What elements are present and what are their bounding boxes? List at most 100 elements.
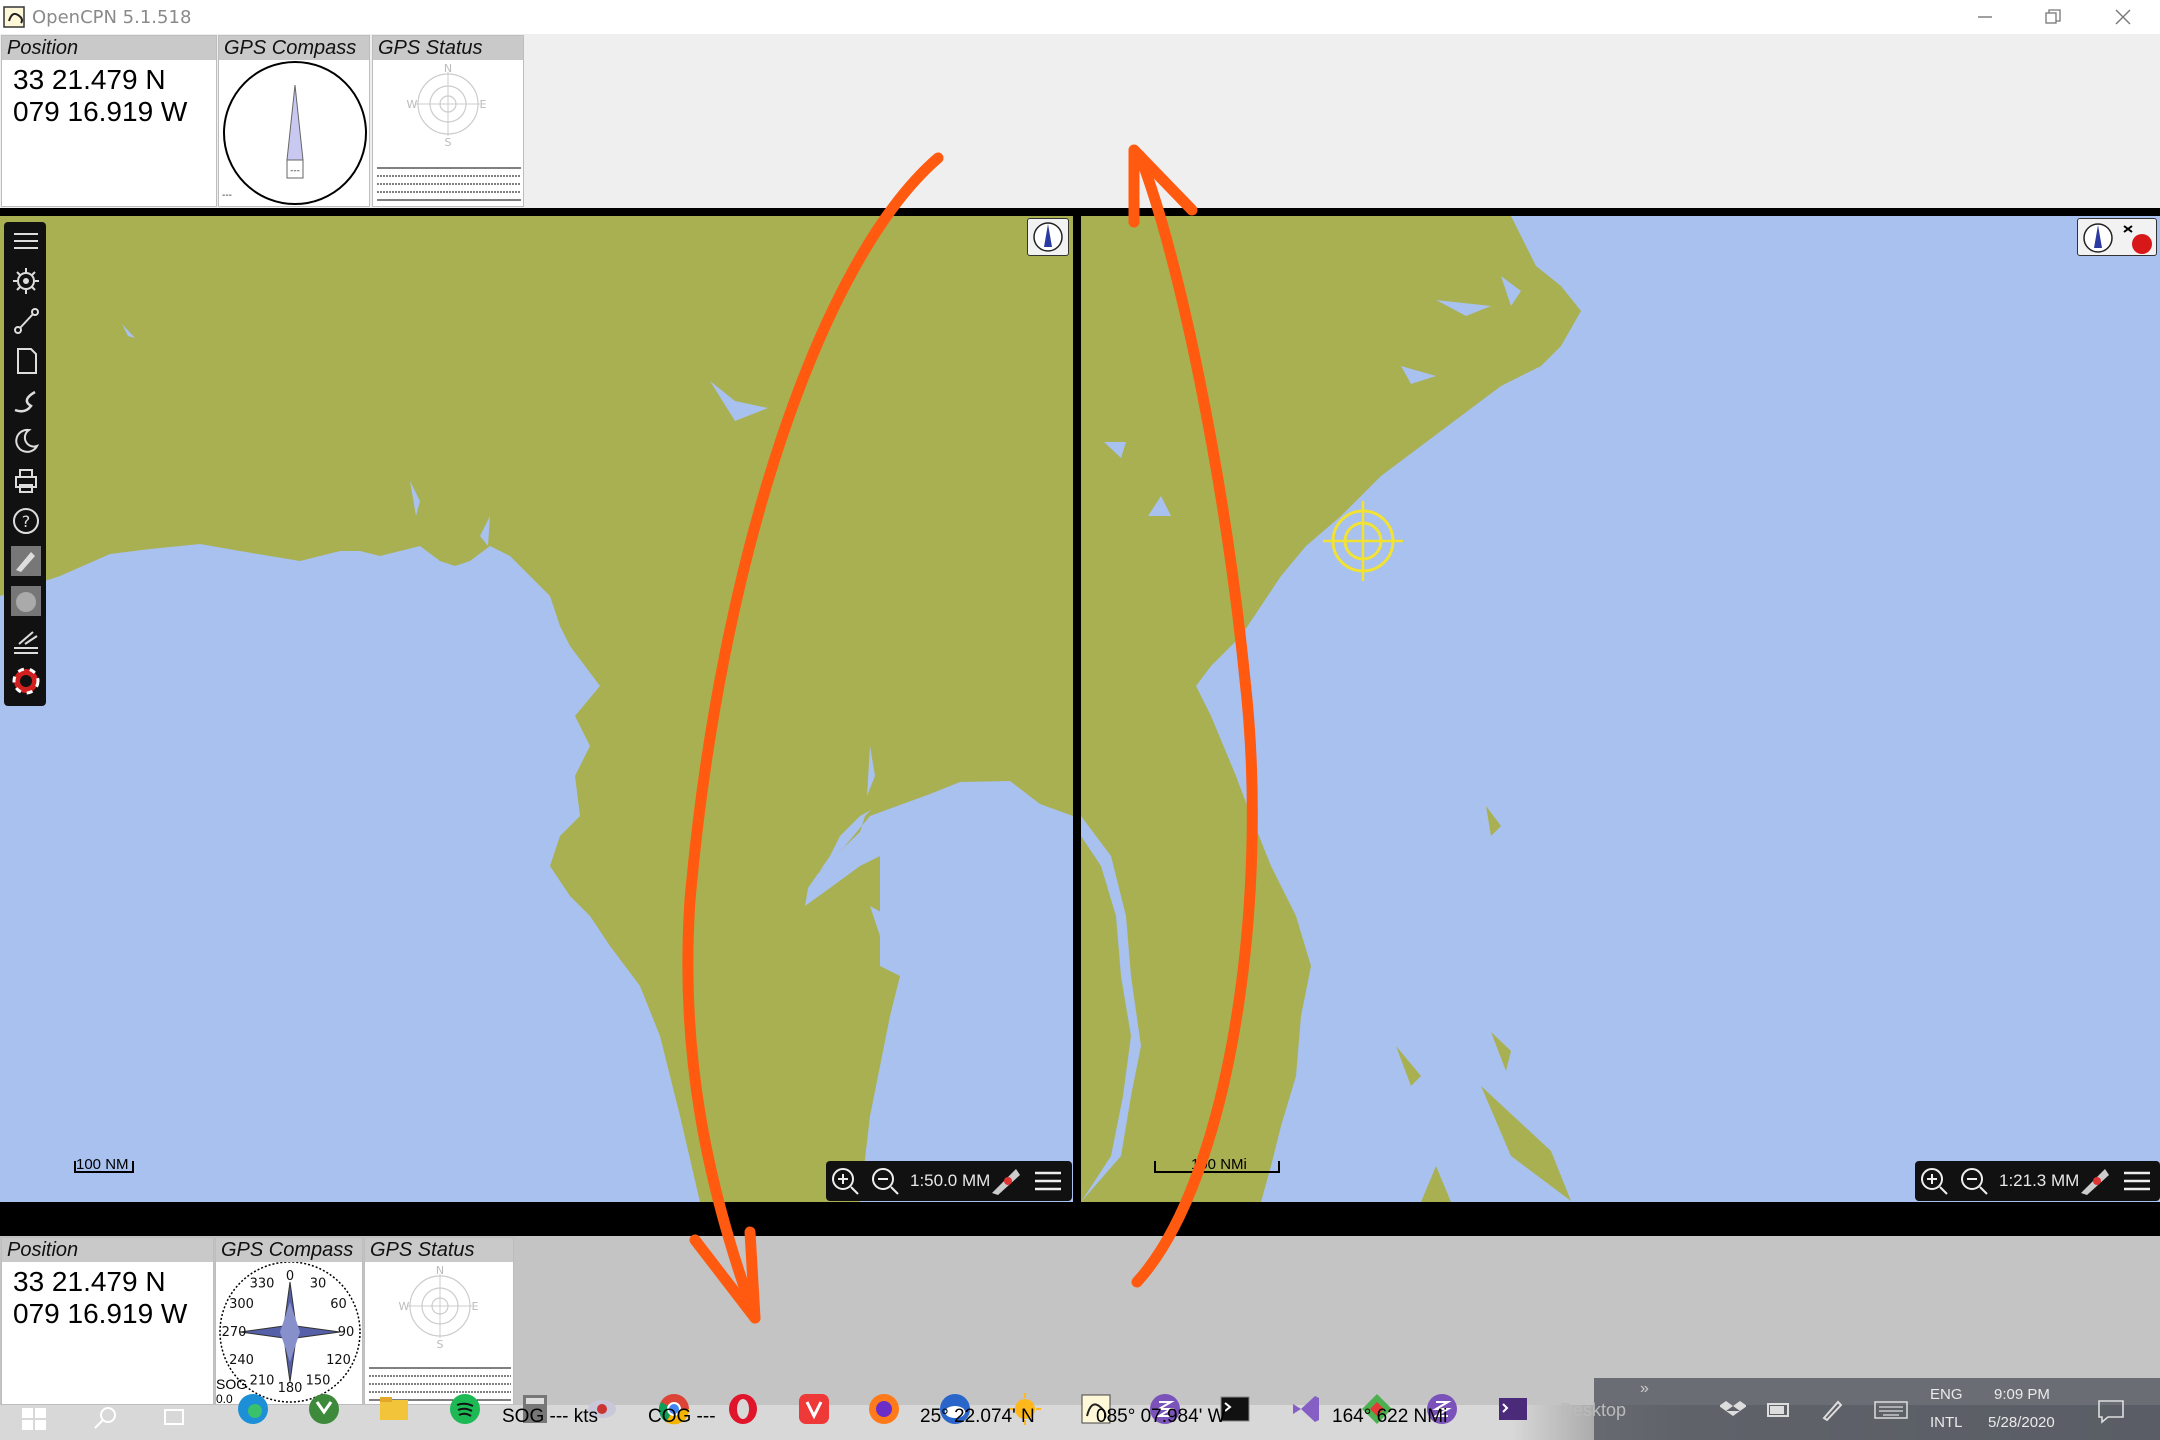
route-icon[interactable] (11, 306, 41, 336)
compass-north-icon (1033, 222, 1063, 252)
vivaldi-icon[interactable] (797, 1392, 831, 1426)
track-icon[interactable] (11, 386, 41, 416)
bottom-position-instrument: Position 33 21.479 N 079 16.919 W (1, 1237, 214, 1405)
svg-text:?: ? (22, 512, 31, 531)
compass-north-icon[interactable] (2080, 220, 2116, 256)
edge-icon[interactable] (236, 1392, 270, 1426)
main-toolbar: ? (4, 222, 46, 706)
vpn-icon[interactable] (307, 1392, 341, 1426)
top-gps-status-instrument: GPS Status N E S W (372, 35, 524, 207)
battery-icon[interactable] (1766, 1400, 1792, 1420)
longitude-value: 079 16.919 W (13, 1298, 188, 1329)
left-zoom-scale: 1:50.0 MM (910, 1171, 991, 1190)
skyview-label-s: S (445, 136, 452, 149)
spotify-icon[interactable] (448, 1392, 482, 1426)
mob-icon[interactable] (11, 666, 41, 696)
rose-label: 150 (306, 1374, 331, 1389)
zoom-in-icon[interactable] (830, 1166, 860, 1196)
waypoint-manager-icon[interactable] (11, 346, 41, 376)
notification-center-icon[interactable] (2096, 1398, 2126, 1424)
skyview-label-n: N (444, 62, 452, 75)
firefox-icon[interactable] (867, 1392, 901, 1426)
follow-ship-icon[interactable] (2077, 1165, 2113, 1197)
restore-icon (2045, 9, 2061, 24)
start-button[interactable] (20, 1404, 50, 1432)
zoom-out-icon[interactable] (870, 1166, 900, 1196)
right-chart-map (1081, 216, 1581, 1202)
chart-menu-icon[interactable] (2121, 1167, 2153, 1195)
latitude-value: 33 21.479 N (13, 1266, 166, 1297)
restore-button[interactable] (2018, 0, 2088, 34)
opera-icon[interactable] (726, 1392, 760, 1426)
chart-bottom-border (0, 1202, 2160, 1236)
instrument-header: GPS Status (373, 36, 523, 60)
clock-date[interactable]: 5/28/2020 (1988, 1414, 2055, 1431)
console-icon[interactable] (1496, 1392, 1530, 1426)
left-chart-canvas[interactable]: 100 NM 1:50.0 MM (0, 216, 1073, 1202)
left-scale-label: 100 NM (76, 1156, 129, 1173)
tide-icon[interactable] (11, 626, 41, 656)
rose-label: 0 (286, 1269, 294, 1284)
right-scale-label: 100 NMi (1191, 1156, 1247, 1173)
rose-label: 180 (278, 1381, 303, 1396)
taskbar-sog-readout: SOG --- kts (502, 1406, 599, 1427)
pen-icon[interactable] (1820, 1398, 1844, 1422)
clock-time[interactable]: 9:09 PM (1994, 1386, 2050, 1403)
file-explorer-icon[interactable] (377, 1392, 411, 1426)
language-indicator[interactable]: ENG (1930, 1386, 1963, 1403)
search-icon[interactable] (92, 1404, 120, 1432)
desktop-toolbar-label[interactable]: Desktop (1560, 1400, 1626, 1421)
instrument-header: GPS Compass (219, 36, 369, 60)
instrument-header: Position (2, 1238, 213, 1262)
skyview-label-e: E (480, 98, 487, 111)
minimize-icon (1978, 16, 1992, 18)
skyview-label-s: S (437, 1338, 444, 1351)
ais-icon[interactable] (11, 546, 41, 576)
help-icon[interactable]: ? (11, 506, 41, 536)
settings-icon[interactable] (11, 266, 41, 296)
instrument-header: Position (2, 36, 216, 60)
opencpn-window: { "window": { "title": "OpenCPN 5.1.518"… (0, 0, 2160, 1440)
moon-icon[interactable] (11, 426, 41, 456)
north-up-button[interactable] (1027, 218, 1069, 256)
print-icon[interactable] (11, 466, 41, 496)
instrument-header: GPS Status (365, 1238, 513, 1262)
keyboard-icon[interactable] (1874, 1400, 1908, 1420)
ownship-position-icon[interactable] (1318, 496, 1408, 586)
rose-label: 240 (229, 1353, 254, 1368)
task-view-icon[interactable] (162, 1406, 190, 1430)
left-chart-map (0, 216, 1073, 1202)
window-title: OpenCPN 5.1.518 (32, 7, 192, 28)
zoom-out-icon[interactable] (1959, 1166, 1989, 1196)
rose-label: 60 (330, 1297, 347, 1312)
visual-studio-icon[interactable] (1289, 1392, 1323, 1426)
taskbar-lat-readout: 25° 22.074' N (920, 1406, 1035, 1427)
taskbar-cog-readout: COG --- (648, 1406, 716, 1427)
gps-status-icon[interactable] (2118, 220, 2156, 256)
satellite-skyview: N E S W (399, 1264, 479, 1351)
opencpn-app-icon (3, 5, 27, 29)
top-gps-compass-instrument: GPS Compass --- --- (218, 35, 370, 207)
taskbar-range-readout: 164° 622 NMi (1332, 1406, 1448, 1427)
chart-menu-icon[interactable] (1032, 1167, 1064, 1195)
latitude-value: 33 21.479 N (13, 64, 166, 95)
skyview-label-n: N (436, 1264, 444, 1277)
right-chart-status-buttons (2077, 218, 2157, 256)
chart-split-divider[interactable] (1073, 216, 1081, 1202)
satellite-skyview: N E S W (407, 62, 487, 149)
zoom-in-icon[interactable] (1919, 1166, 1949, 1196)
right-zoom-scale: 1:21.3 MM (1999, 1171, 2080, 1190)
instrument-header: GPS Compass (216, 1238, 362, 1262)
close-button[interactable] (2088, 0, 2158, 34)
title-bar: OpenCPN 5.1.518 (0, 0, 2160, 34)
bottom-gps-compass-instrument: GPS Compass 0 30 60 90 120 150 180 210 240 270 300… (215, 1237, 363, 1406)
toolbar-expand-icon[interactable]: » (1640, 1380, 1649, 1398)
right-chart-canvas[interactable]: 100 NMi 1:21.3 MM (1081, 216, 2160, 1202)
left-zoom-bar: 1:50.0 MM (826, 1161, 1072, 1201)
keyboard-layout-indicator[interactable]: INTL (1930, 1414, 1963, 1431)
menu-icon[interactable] (11, 226, 41, 256)
dashboard-icon[interactable] (11, 586, 41, 616)
dropbox-icon[interactable] (1720, 1398, 1746, 1420)
follow-ship-icon[interactable] (988, 1165, 1024, 1197)
minimize-button[interactable] (1950, 0, 2020, 34)
